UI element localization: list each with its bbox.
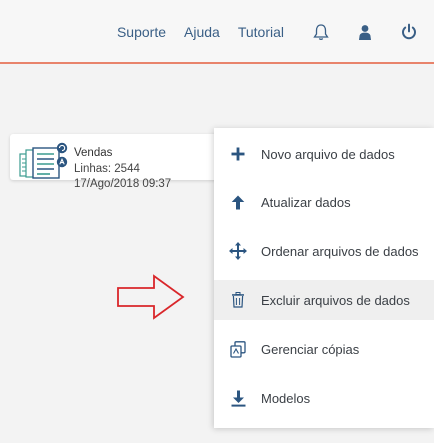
- download-icon: [228, 388, 248, 408]
- pointer-arrow-icon: [116, 274, 186, 325]
- menu-item-label: Modelos: [261, 390, 311, 406]
- top-bar: Suporte Ajuda Tutorial: [0, 0, 434, 64]
- power-icon[interactable]: [398, 21, 420, 43]
- menu-item-atualizar[interactable]: Atualizar dados: [214, 182, 434, 222]
- file-meta: Vendas Linhas: 2544 17/Ago/2018 09:37: [74, 146, 171, 193]
- move-arrows-icon: [228, 241, 248, 261]
- data-file-card[interactable]: Vendas Linhas: 2544 17/Ago/2018 09:37: [10, 134, 224, 190]
- top-nav: Suporte Ajuda Tutorial: [117, 18, 434, 46]
- trash-icon: [228, 290, 248, 310]
- user-icon[interactable]: [354, 21, 376, 43]
- menu-item-excluir[interactable]: Excluir arquivos de dados: [214, 280, 434, 320]
- menu-item-label: Excluir arquivos de dados: [261, 292, 410, 308]
- nav-link-tutorial[interactable]: Tutorial: [238, 24, 284, 40]
- file-date: 17/Ago/2018 09:37: [74, 178, 172, 190]
- file-lines: Linhas: 2544: [74, 162, 140, 175]
- menu-item-label: Gerenciar cópias: [261, 341, 360, 357]
- menu-item-ordenar[interactable]: Ordenar arquivos de dados: [214, 231, 434, 271]
- nav-link-ajuda[interactable]: Ajuda: [184, 24, 220, 40]
- context-menu: Novo arquivo de dados Atualizar dados Or…: [214, 128, 434, 428]
- menu-item-label: Atualizar dados: [261, 194, 351, 210]
- bell-icon[interactable]: [310, 21, 332, 43]
- menu-item-label: Novo arquivo de dados: [261, 146, 395, 162]
- nav-link-suporte[interactable]: Suporte: [117, 24, 166, 40]
- arrow-up-icon: [228, 192, 248, 212]
- menu-item-label: Ordenar arquivos de dados: [261, 243, 419, 259]
- copies-icon: [228, 339, 248, 359]
- menu-item-gerenciar-copias[interactable]: Gerenciar cópias: [214, 329, 434, 369]
- menu-item-novo-arquivo[interactable]: Novo arquivo de dados: [214, 134, 434, 174]
- file-name: Vendas: [74, 147, 113, 159]
- menu-item-modelos[interactable]: Modelos: [214, 378, 434, 418]
- plus-icon: [228, 144, 248, 164]
